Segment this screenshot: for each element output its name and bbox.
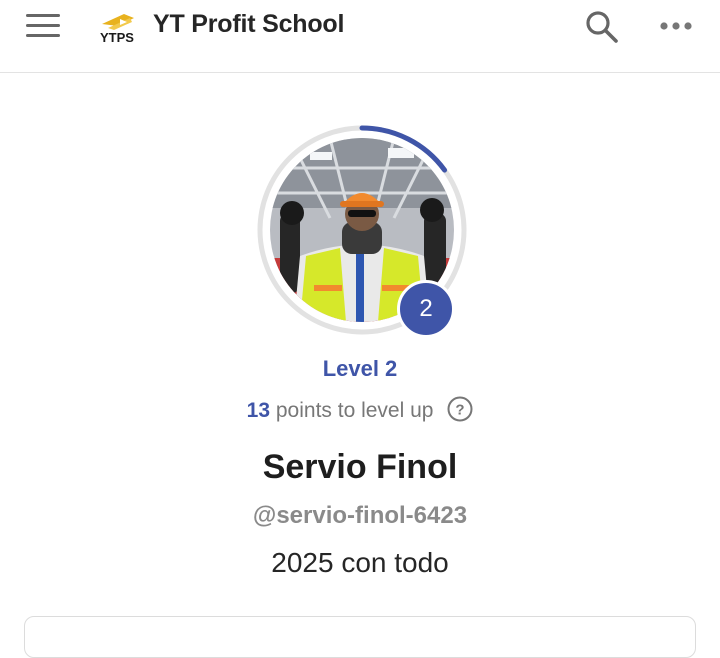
points-count: 13	[246, 399, 271, 422]
help-icon[interactable]: ?	[447, 396, 473, 428]
user-handle: @servio-finol-6423	[252, 502, 468, 529]
level-label: Level 2	[322, 356, 398, 381]
svg-text:YTPS: YTPS	[100, 30, 134, 45]
profile-card	[24, 616, 696, 658]
app-title: YT Profit School	[153, 10, 345, 38]
top-bar: YTPS YT Profit School	[0, 0, 720, 73]
search-icon[interactable]	[582, 6, 622, 46]
user-name: Servio Finol	[262, 448, 458, 486]
points-to-level: 13 points to level up ?	[0, 396, 720, 428]
menu-icon[interactable]	[26, 12, 62, 40]
user-bio: 2025 con todo	[271, 547, 449, 578]
avatar[interactable]: 2	[256, 124, 468, 338]
level-badge: 2	[397, 280, 455, 338]
more-icon[interactable]	[656, 12, 696, 40]
app-logo[interactable]: YTPS	[94, 6, 140, 46]
svg-text:?: ?	[456, 402, 465, 419]
points-text: points to level up	[270, 399, 434, 422]
